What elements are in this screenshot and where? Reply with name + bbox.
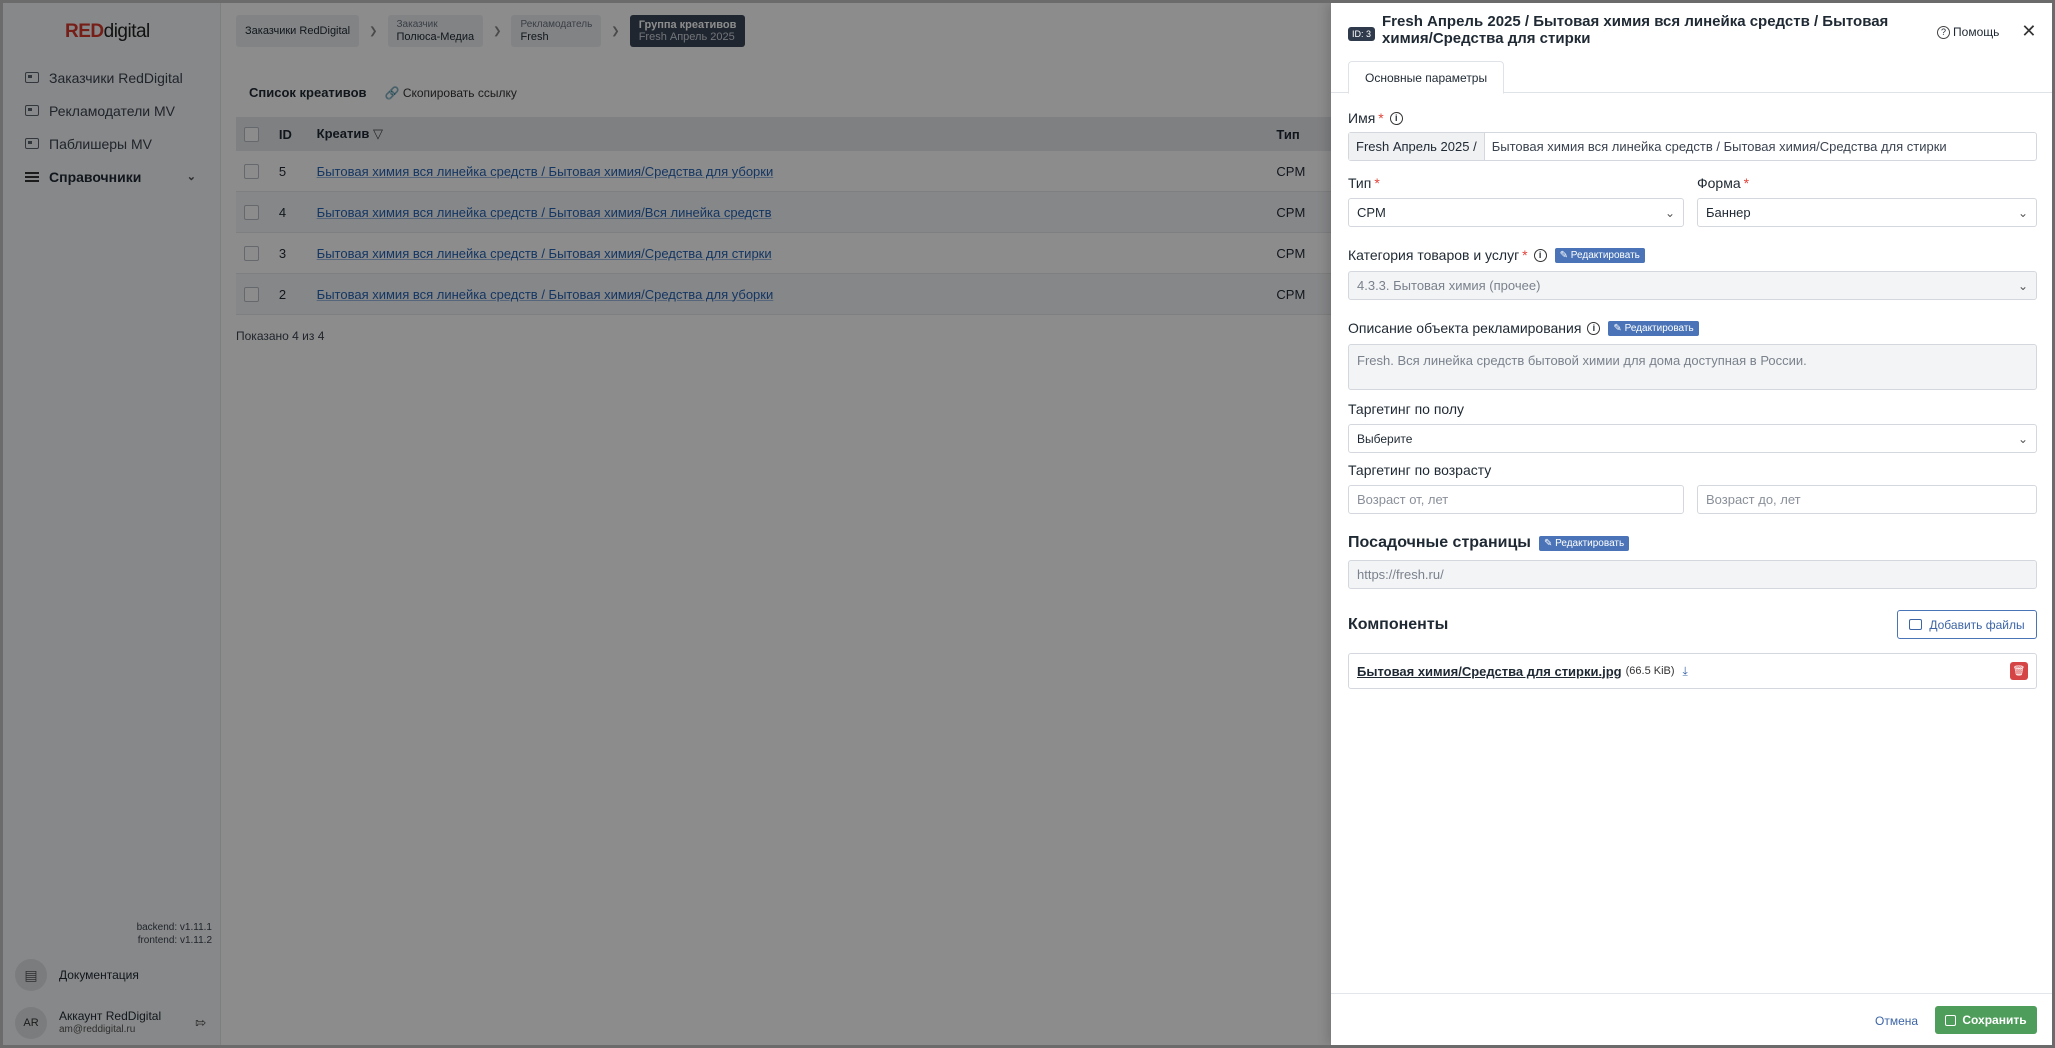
landing-url-field: https://fresh.ru/ <box>1348 560 2037 589</box>
name-field[interactable]: Fresh Апрель 2025 / Бытовая химия вся ли… <box>1348 132 2037 161</box>
form-select[interactable]: Баннер ⌄ <box>1697 198 2037 227</box>
required-mark: * <box>1522 247 1528 263</box>
edit-category-button[interactable]: ✎ Редактировать <box>1554 247 1645 263</box>
landing-url: https://fresh.ru/ <box>1357 567 1444 582</box>
required-mark: * <box>1374 175 1380 191</box>
age-to-input[interactable]: Возраст до, лет <box>1697 485 2037 514</box>
age-to-placeholder: Возраст до, лет <box>1706 492 1801 507</box>
name-value: Бытовая химия вся линейка средств / Быто… <box>1491 139 1947 154</box>
save-label: Сохранить <box>1962 1013 2027 1027</box>
save-icon <box>1945 1014 1957 1026</box>
edit-label: Редактировать <box>1570 249 1640 261</box>
edit-label: Редактировать <box>1624 322 1694 334</box>
download-icon[interactable]: ⤓ <box>1683 664 1688 679</box>
modal-backdrop[interactable] <box>3 3 1331 1045</box>
edit-landing-button[interactable]: ✎ Редактировать <box>1538 535 1630 551</box>
app-window: REDdigital Заказчики RedDigital Рекламод… <box>3 3 2052 1045</box>
info-icon[interactable]: i <box>1389 111 1403 125</box>
description-label-text: Описание объекта рекламирования <box>1348 320 1582 336</box>
id-badge: ID: 3 <box>1348 27 1376 41</box>
form-value: Баннер <box>1706 205 1751 220</box>
landing-pages-title: Посадочные страницы ✎ Редактировать <box>1348 534 1630 552</box>
gender-select[interactable]: Выберите ⌄ <box>1348 424 2037 453</box>
required-mark: * <box>1378 110 1384 126</box>
cancel-button[interactable]: Отмена <box>1875 1014 1918 1028</box>
description-value: Fresh. Вся линейка средств бытовой химии… <box>1357 353 1807 368</box>
age-label: Таргетинг по возрасту <box>1348 462 1491 478</box>
name-prefix: Fresh Апрель 2025 / <box>1349 133 1485 160</box>
help-button[interactable]: ? Помощь <box>1937 25 1999 39</box>
form-label-text: Форма <box>1697 175 1741 191</box>
gender-label-text: Таргетинг по полу <box>1348 401 1465 417</box>
type-select[interactable]: CPM ⌄ <box>1348 198 1684 227</box>
age-label-text: Таргетинг по возрасту <box>1348 462 1492 478</box>
chevron-down-icon: ⌄ <box>2017 431 2028 446</box>
image-icon <box>1909 619 1923 630</box>
close-icon[interactable]: ✕ <box>2021 21 2036 42</box>
age-from-input[interactable]: Возраст от, лет <box>1348 485 1684 514</box>
question-icon: ? <box>1937 25 1951 39</box>
name-label: Имя * i <box>1348 110 1403 126</box>
add-files-button[interactable]: Добавить файлы <box>1897 610 2037 639</box>
type-label: Тип * <box>1348 175 1380 191</box>
edit-description-button[interactable]: ✎ Редактировать <box>1608 320 1699 336</box>
drawer-title: Fresh Апрель 2025 / Бытовая химия вся ли… <box>1382 13 1889 47</box>
drawer-footer: Отмена Сохранить <box>1331 993 2052 1045</box>
category-label: Категория товаров и услуг * i ✎ Редактирова… <box>1348 247 1645 263</box>
category-label-text: Категория товаров и услуг <box>1348 247 1520 263</box>
category-value: 4.3.3. Бытовая химия (прочее) <box>1357 278 1541 293</box>
drawer-tabs: Основные параметры <box>1331 61 2052 94</box>
description-textarea: Fresh. Вся линейка средств бытовой химии… <box>1348 344 2037 390</box>
file-size: (66.5 KiB) <box>1625 665 1675 677</box>
type-value: CPM <box>1357 205 1386 220</box>
gender-label: Таргетинг по полу <box>1348 401 1464 417</box>
age-from-placeholder: Возраст от, лет <box>1357 492 1449 507</box>
file-name-link[interactable]: Бытовая химия/Средства для стирки.jpg <box>1357 664 1622 679</box>
chevron-down-icon: ⌄ <box>2017 278 2028 293</box>
edit-label: Редактировать <box>1555 537 1625 549</box>
drawer-header: ID: 3 Fresh Апрель 2025 / Бытовая химия … <box>1348 13 2038 47</box>
help-label: Помощь <box>1953 25 2000 39</box>
info-icon[interactable]: i <box>1587 321 1601 335</box>
type-label-text: Тип <box>1348 175 1372 191</box>
category-select: 4.3.3. Бытовая химия (прочее) ⌄ <box>1348 271 2037 300</box>
landing-title-text: Посадочные страницы <box>1348 534 1531 551</box>
component-file-row: Бытовая химия/Средства для стирки.jpg (6… <box>1348 653 2037 689</box>
form-label: Форма * <box>1697 175 1749 191</box>
info-icon[interactable]: i <box>1533 248 1547 262</box>
required-mark: * <box>1743 175 1750 191</box>
save-button[interactable]: Сохранить <box>1935 1006 2037 1034</box>
tab-main-params[interactable]: Основные параметры <box>1348 61 1505 94</box>
creative-drawer: ID: 3 Fresh Апрель 2025 / Бытовая химия … <box>1331 3 2052 1045</box>
description-label: Описание объекта рекламирования i ✎ Редакт… <box>1348 320 1699 336</box>
chevron-down-icon: ⌄ <box>2017 205 2028 220</box>
name-label-text: Имя <box>1348 110 1376 126</box>
chevron-down-icon: ⌄ <box>1664 205 1675 220</box>
add-files-label: Добавить файлы <box>1929 617 2025 632</box>
gender-placeholder: Выберите <box>1357 431 1413 446</box>
components-title: Компоненты <box>1348 616 1449 633</box>
trash-icon[interactable]: 🗑 <box>2010 662 2028 680</box>
